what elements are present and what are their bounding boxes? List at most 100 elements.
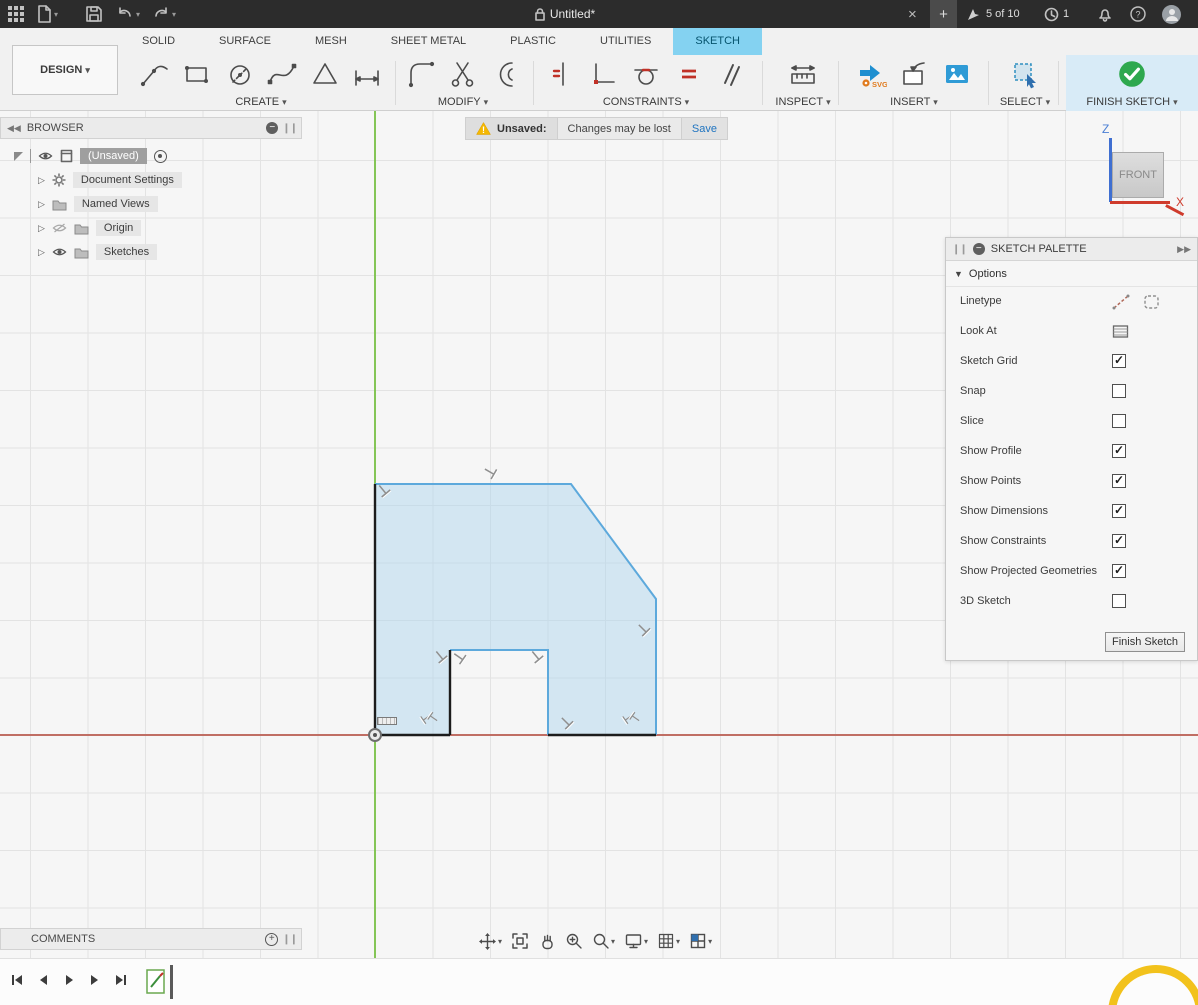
tab-plastic[interactable]: PLASTIC (488, 28, 578, 55)
trim-tool-button[interactable] (446, 57, 480, 91)
browser-item-label[interactable]: Document Settings (72, 172, 182, 188)
minimize-panel-icon[interactable]: − (266, 122, 279, 134)
workspace-selector-button[interactable]: DESIGN (12, 45, 118, 95)
panel-grip-icon[interactable]: ❙❙ (282, 934, 298, 945)
collapse-right-icon[interactable]: ▶▶ (1177, 244, 1191, 255)
collapse-left-icon[interactable]: ◀◀ (7, 123, 21, 134)
pan-button[interactable]: ▾ (478, 932, 502, 951)
rectangle-tool-button[interactable] (180, 57, 214, 91)
finish-sketch-palette-button[interactable]: Finish Sketch (1105, 632, 1185, 652)
offset-tool-button[interactable] (489, 57, 523, 91)
pan-hand-button[interactable] (538, 932, 556, 950)
snap-checkbox[interactable] (1112, 384, 1126, 398)
fillet-tool-button[interactable] (404, 57, 438, 91)
slice-checkbox[interactable] (1112, 414, 1126, 428)
panel-grip-icon[interactable]: ❙❙ (282, 123, 298, 134)
zoom-button[interactable]: ▾ (592, 932, 615, 950)
look-at-icon[interactable] (1112, 324, 1129, 339)
display-settings-button[interactable]: ▾ (624, 932, 648, 950)
view-cube[interactable]: Z FRONT X (1100, 120, 1196, 216)
constraint-badge-icon[interactable] (623, 711, 641, 725)
construction-linetype-icon[interactable] (1112, 294, 1130, 310)
browser-row-origin[interactable]: ▷ Origin (38, 218, 142, 238)
browser-row-sketches[interactable]: ▷ Sketches (38, 242, 158, 262)
browser-row-named-views[interactable]: ▷ Named Views (38, 194, 158, 214)
view-cube-front-face[interactable]: FRONT (1112, 152, 1164, 198)
grid-snaps-button[interactable]: ▾ (657, 932, 680, 950)
browser-item-label[interactable]: Sketches (95, 244, 158, 260)
expand-arrow-icon[interactable]: ▷ (38, 199, 45, 210)
equal-constraint-button[interactable] (672, 57, 706, 91)
fit-button[interactable] (511, 932, 529, 950)
help-button[interactable]: ? (1130, 0, 1146, 28)
show-dimensions-checkbox[interactable] (1112, 503, 1126, 518)
parallel-constraint-button[interactable] (714, 57, 748, 91)
activate-document-radio[interactable] (153, 149, 167, 163)
browser-item-label[interactable]: (Unsaved) (80, 148, 147, 164)
constraint-badge-icon[interactable] (421, 711, 439, 725)
dimension-ruler-icon[interactable] (377, 717, 397, 725)
timeline-skip-start-button[interactable] (6, 969, 28, 991)
measure-tool-button[interactable] (786, 57, 820, 91)
eye-off-icon[interactable] (52, 222, 67, 234)
tab-utilities[interactable]: UTILITIES (578, 28, 673, 55)
show-points-checkbox[interactable] (1112, 473, 1126, 488)
expand-arrow-icon[interactable]: ▷ (38, 247, 45, 258)
insert-menu-button[interactable]: INSERT (846, 96, 982, 108)
tab-sheet-metal[interactable]: SHEET METAL (369, 28, 488, 55)
minimize-panel-icon[interactable]: − (972, 243, 985, 255)
dimension-tool-button[interactable] (350, 57, 384, 91)
tangent-constraint-button[interactable] (629, 57, 663, 91)
finish-sketch-menu-button[interactable]: FINISH SKETCH (1066, 96, 1198, 108)
undo-button[interactable]: ▾ (116, 0, 140, 28)
browser-item-label[interactable]: Origin (95, 220, 142, 236)
panel-grip-icon[interactable]: ❙❙ (952, 244, 968, 255)
midpoint-constraint-button[interactable] (544, 57, 578, 91)
new-tab-button[interactable]: + (930, 0, 957, 28)
constraints-menu-button[interactable]: CONSTRAINTS (542, 96, 750, 108)
tab-solid[interactable]: SOLID (120, 28, 197, 55)
tab-surface[interactable]: SURFACE (197, 28, 293, 55)
circle-tool-button[interactable] (223, 57, 257, 91)
inspect-menu-button[interactable]: INSPECT (772, 96, 834, 108)
timeline-skip-end-button[interactable] (110, 969, 132, 991)
show-constraints-checkbox[interactable] (1112, 533, 1126, 548)
alerts-button[interactable] (1098, 0, 1112, 28)
viewports-button[interactable]: ▾ (689, 932, 712, 950)
zoom-in-button[interactable] (565, 932, 583, 950)
browser-root-row[interactable]: (Unsaved) (14, 146, 167, 166)
create-menu-button[interactable]: CREATE (133, 96, 389, 108)
expand-arrow-icon[interactable]: ▷ (38, 223, 45, 234)
sketch-grid-checkbox[interactable] (1112, 353, 1126, 368)
file-menu-button[interactable]: ▾ (36, 0, 58, 28)
eye-icon[interactable] (38, 150, 53, 162)
spline-tool-button[interactable] (265, 57, 299, 91)
3d-sketch-checkbox[interactable] (1112, 594, 1126, 608)
app-grid-icon[interactable] (8, 0, 24, 28)
browser-item-label[interactable]: Named Views (73, 196, 158, 212)
sketch-palette-header[interactable]: ❙❙ − SKETCH PALETTE ▶▶ (946, 238, 1197, 261)
eye-icon[interactable] (52, 246, 67, 258)
show-projected-geometries-checkbox[interactable] (1112, 563, 1126, 578)
job-status-button[interactable]: 5 of 10 (966, 0, 1020, 28)
user-avatar[interactable] (1162, 0, 1181, 28)
line-tool-button[interactable] (138, 57, 172, 91)
browser-row-document-settings[interactable]: ▷ Document Settings (38, 170, 182, 190)
timeline-play-button[interactable] (58, 969, 80, 991)
origin-point[interactable] (368, 728, 382, 742)
timeline-sketch-feature[interactable] (145, 965, 167, 997)
polygon-tool-button[interactable] (308, 57, 342, 91)
options-section-header[interactable]: ▼ Options (946, 261, 1197, 287)
modify-menu-button[interactable]: MODIFY (398, 96, 528, 108)
notifications-button[interactable]: 1 (1044, 0, 1069, 28)
timeline-step-back-button[interactable] (32, 969, 54, 991)
select-tool-button[interactable] (1008, 57, 1042, 91)
comments-panel-header[interactable]: COMMENTS + ❙❙ (0, 928, 302, 950)
insert-canvas-button[interactable] (940, 57, 974, 91)
expand-arrow-icon[interactable]: ▷ (38, 175, 45, 186)
horizontal-vertical-constraint-button[interactable] (587, 57, 621, 91)
insert-svg-button[interactable]: SVG (855, 57, 889, 91)
show-profile-checkbox[interactable] (1112, 443, 1126, 458)
tab-mesh[interactable]: MESH (293, 28, 369, 55)
select-menu-button[interactable]: SELECT (994, 96, 1056, 108)
